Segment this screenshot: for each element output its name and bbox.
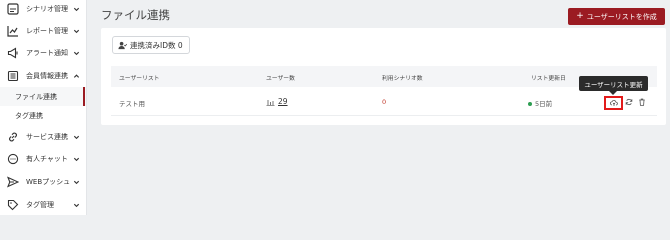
update-tooltip: ユーザーリスト更新 — [579, 76, 648, 95]
linked-ids-label: 連携済みID数 0 — [130, 40, 183, 50]
update-list-button[interactable] — [604, 96, 623, 110]
tag-icon — [7, 199, 19, 211]
list-name: テスト用 — [119, 100, 145, 108]
sync-icon[interactable] — [625, 98, 633, 106]
sidebar: シナリオ管理 レポート管理 アラート通知 会員情報連携 ファイル連携 タグ連携 … — [0, 0, 87, 215]
scenario-icon — [7, 3, 19, 15]
chevron-down-icon — [73, 50, 80, 57]
updated-value: 5日前 — [535, 100, 553, 108]
sidebar-item-alert[interactable]: アラート通知 — [0, 42, 86, 64]
sidebar-subitem-label: タグ連携 — [15, 111, 43, 120]
send-icon — [7, 176, 19, 188]
sidebar-item-label: レポート管理 — [26, 27, 68, 35]
sidebar-subitem-label: ファイル連携 — [15, 92, 57, 101]
chart-line-icon — [7, 25, 19, 37]
member-list-icon — [7, 70, 19, 82]
page-title: ファイル連携 — [101, 8, 170, 22]
updated-cell: 5日前 — [528, 98, 552, 108]
cloud-upload-icon — [609, 100, 618, 107]
chevron-down-icon — [73, 28, 80, 35]
link-icon — [7, 131, 19, 143]
chevron-down-icon — [73, 156, 80, 163]
chevron-up-icon — [73, 73, 80, 80]
chat-bubble-icon — [7, 153, 19, 165]
chevron-down-icon — [73, 179, 80, 186]
sidebar-item-label: サービス連携 — [26, 133, 68, 141]
user-count-cell: 29 — [266, 97, 288, 106]
sidebar-item-scenario[interactable]: シナリオ管理 — [0, 0, 86, 20]
linked-ids-button[interactable]: 連携済みID数 0 — [112, 36, 190, 54]
sidebar-item-label: WEBプッシュ — [26, 178, 71, 186]
chevron-down-icon — [73, 134, 80, 141]
sidebar-item-tag[interactable]: タグ管理 — [0, 194, 86, 216]
plus-icon: + — [576, 11, 584, 21]
create-user-list-button[interactable]: + ユーザーリストを作成 — [568, 8, 665, 25]
bar-chart-icon — [266, 99, 275, 106]
create-user-list-label: ユーザーリストを作成 — [586, 12, 657, 21]
column-header-user-list: ユーザーリスト — [119, 76, 160, 82]
column-header-user-count: ユーザー数 — [266, 76, 295, 82]
column-header-updated: リスト更新日 — [531, 76, 566, 82]
chevron-down-icon — [73, 6, 80, 13]
sidebar-subitem-tag-link[interactable]: タグ連携 — [0, 106, 86, 125]
sidebar-item-chat[interactable]: 有人チャット — [0, 148, 86, 170]
sidebar-item-label: タグ管理 — [26, 201, 54, 209]
user-check-icon — [118, 41, 127, 49]
user-count-link[interactable]: 29 — [278, 97, 288, 106]
sidebar-item-label: 有人チャット — [26, 155, 68, 163]
column-header-scenario-count: 利用シナリオ数 — [382, 76, 423, 82]
sidebar-item-web-push[interactable]: WEBプッシュ — [0, 171, 86, 193]
megaphone-icon — [7, 47, 19, 59]
sidebar-item-service-link[interactable]: サービス連携 — [0, 126, 86, 148]
scenario-count: 0 — [382, 98, 387, 106]
sidebar-item-label: 会員情報連携 — [26, 72, 68, 80]
sidebar-subitem-file-link[interactable]: ファイル連携 — [0, 87, 86, 106]
sidebar-item-label: シナリオ管理 — [26, 5, 68, 13]
status-dot — [528, 102, 532, 106]
sidebar-item-report[interactable]: レポート管理 — [0, 20, 86, 42]
sidebar-item-member-info[interactable]: 会員情報連携 — [0, 65, 86, 87]
chevron-down-icon — [73, 202, 80, 209]
sidebar-item-label: アラート通知 — [26, 49, 68, 57]
trash-icon[interactable] — [638, 98, 646, 106]
